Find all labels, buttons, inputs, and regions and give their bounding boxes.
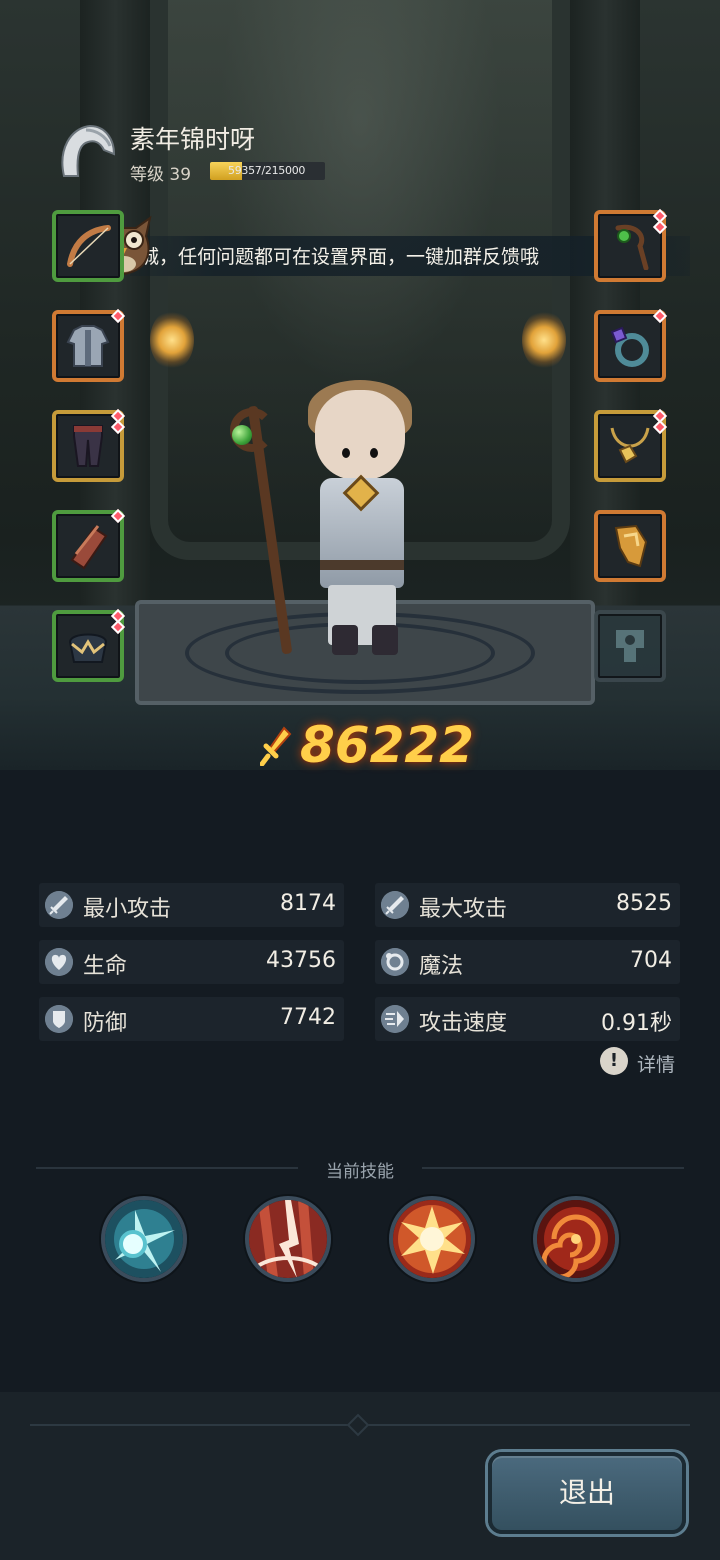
notice-text: 城，任何问题都可在设置界面，一键加群反馈哦 <box>140 246 540 268</box>
stat-value: 8174 <box>280 891 336 916</box>
magic-icon <box>381 948 409 976</box>
detail-label: 详情 <box>637 1054 676 1076</box>
gauntlet-icon <box>614 524 648 568</box>
pants-icon <box>73 425 103 467</box>
stat-label: 防御 <box>83 1011 128 1036</box>
stat-label: 攻击速度 <box>419 1011 508 1036</box>
skill-slot-1[interactable] <box>101 1196 187 1282</box>
helmet-icon[interactable] <box>56 120 118 182</box>
equip-slot-weapon[interactable] <box>52 210 124 282</box>
skin-icon <box>616 630 644 662</box>
upgrade-pip <box>110 419 126 435</box>
stat-value: 0.91秒 <box>601 1011 672 1036</box>
upgrade-pip <box>652 419 668 435</box>
upgrade-pip <box>110 619 126 635</box>
fire-vortex-skill-icon <box>537 1200 615 1278</box>
exit-button[interactable]: 退出 <box>488 1452 686 1534</box>
equip-slot-staff[interactable] <box>594 208 668 282</box>
ring-icon <box>610 326 649 367</box>
bow-icon <box>67 225 111 267</box>
lightning-skill-icon <box>249 1200 327 1278</box>
skill-slot-2[interactable] <box>245 1196 331 1282</box>
torch-left-icon <box>150 310 194 370</box>
stat-label: 最小攻击 <box>83 897 172 922</box>
skill-slot-3[interactable] <box>389 1196 475 1282</box>
sword-icon <box>381 891 409 919</box>
sword-icon <box>45 891 73 919</box>
hero-character[interactable] <box>220 370 450 670</box>
stat-defense: 防御 7742 <box>39 997 344 1041</box>
equip-slot-necklace[interactable] <box>594 408 668 482</box>
stat-value: 7742 <box>280 1005 336 1030</box>
footer-ornament <box>346 1413 370 1437</box>
stat-min-attack: 最小攻击 8174 <box>39 883 344 927</box>
combat-power: 86222 <box>260 716 474 776</box>
stat-label: 最大攻击 <box>419 897 508 922</box>
armor-icon <box>66 325 110 367</box>
hero-eye <box>342 448 350 458</box>
stat-hp: 生命 43756 <box>39 940 344 984</box>
hero-boot <box>372 625 398 655</box>
stat-label: 魔法 <box>419 954 464 979</box>
stat-mp: 魔法 704 <box>375 940 680 984</box>
combat-power-value: 86222 <box>300 716 474 774</box>
shield-icon <box>45 1005 73 1033</box>
skin-button[interactable] <box>594 610 666 682</box>
footer-bar: 退出 <box>0 1392 720 1560</box>
player-name: 素年锦时呀 <box>130 125 256 154</box>
stat-max-attack: 最大攻击 8525 <box>375 883 680 927</box>
equip-slot-gauntlet[interactable] <box>594 510 666 582</box>
info-icon: ! <box>600 1047 628 1075</box>
stat-value: 704 <box>630 948 672 973</box>
equip-slot-helm[interactable] <box>52 608 126 682</box>
skill-slot-4[interactable] <box>533 1196 619 1282</box>
stat-value: 43756 <box>266 948 336 973</box>
hero-belt <box>320 560 404 570</box>
upgrade-pip <box>652 219 668 235</box>
equip-slot-ring[interactable] <box>594 308 668 382</box>
hero-boot <box>332 625 358 655</box>
sword-power-icon <box>260 726 292 766</box>
ice-burst-skill-icon <box>105 1200 183 1278</box>
equip-slot-bracer[interactable] <box>52 508 126 582</box>
bracer-icon <box>70 525 108 570</box>
staff-orb <box>232 425 252 445</box>
equip-slot-pants[interactable] <box>52 408 126 482</box>
torch-right-icon <box>522 310 566 370</box>
hero-face <box>315 390 405 480</box>
player-level: 等级 39 <box>130 165 192 185</box>
hero-eye <box>370 448 378 458</box>
skills-title: 当前技能 <box>326 1162 394 1182</box>
speed-icon <box>381 1005 409 1033</box>
explosion-skill-icon <box>393 1200 471 1278</box>
helmet-crown-icon <box>68 633 108 663</box>
exp-text: 59357/215000 <box>228 164 306 177</box>
stat-label: 生命 <box>83 954 128 979</box>
heart-icon <box>45 948 73 976</box>
necklace-icon <box>610 427 650 464</box>
equip-slot-armor[interactable] <box>52 308 126 382</box>
stat-value: 8525 <box>616 891 672 916</box>
staff-icon <box>615 224 649 270</box>
stat-attack-speed: 攻击速度 0.91秒 <box>375 997 680 1041</box>
